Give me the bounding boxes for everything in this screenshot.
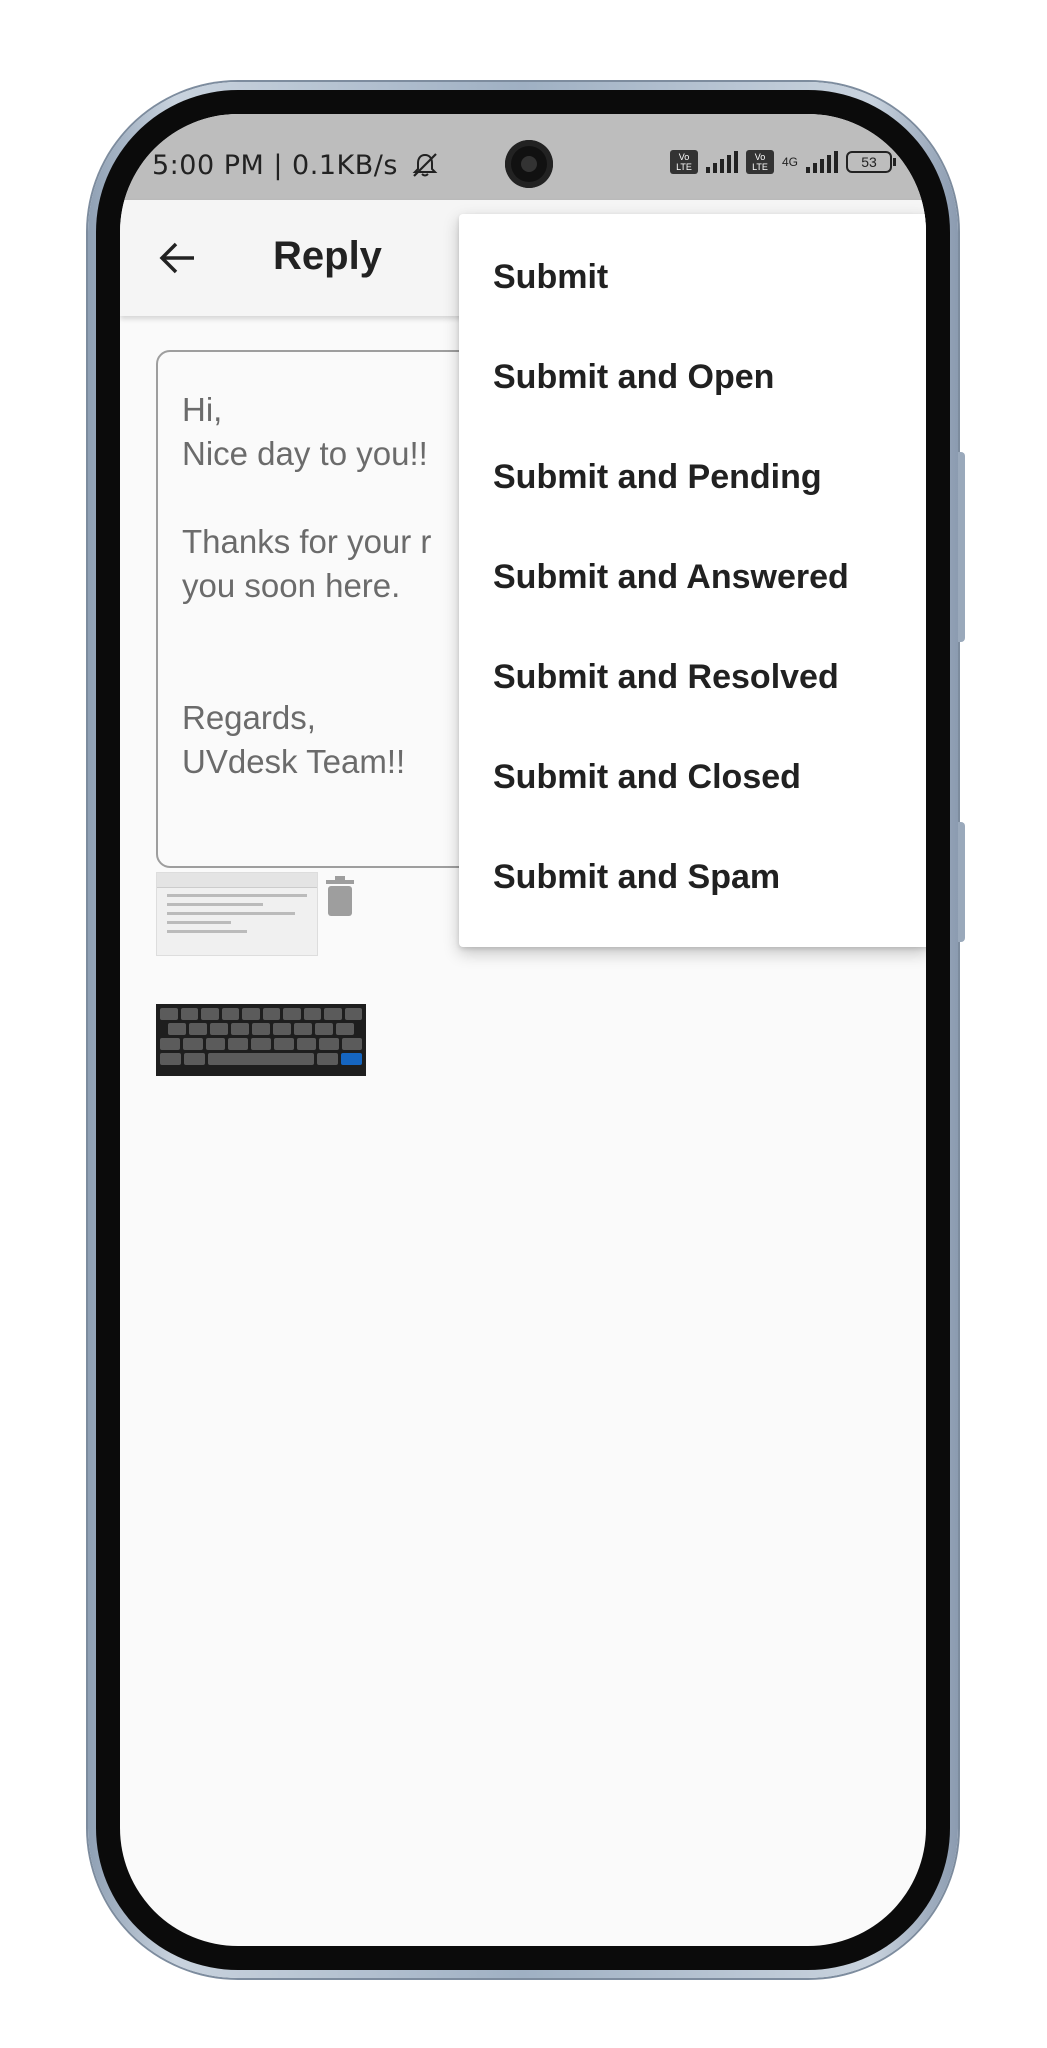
phone-bezel: 5:00 PM | 0.1KB/s Vo LTE Vo LTE 4G 53 Re… bbox=[96, 90, 950, 1970]
keyboard-row bbox=[160, 1023, 362, 1035]
menu-item-submit-pending[interactable]: Submit and Pending bbox=[459, 427, 926, 527]
arrow-left-icon[interactable] bbox=[158, 238, 198, 278]
trash-icon[interactable] bbox=[324, 876, 356, 916]
menu-item-submit-open[interactable]: Submit and Open bbox=[459, 327, 926, 427]
network-type-label: 4G bbox=[781, 155, 798, 169]
battery-level: 53 bbox=[861, 154, 877, 170]
volte-badge: Vo LTE bbox=[669, 150, 698, 174]
bell-off-icon bbox=[412, 153, 438, 177]
screen: 5:00 PM | 0.1KB/s Vo LTE Vo LTE 4G 53 Re… bbox=[120, 114, 926, 1946]
menu-item-submit-closed[interactable]: Submit and Closed bbox=[459, 727, 926, 827]
menu-item-submit[interactable]: Submit bbox=[459, 227, 926, 327]
submit-options-menu: Submit Submit and Open Submit and Pendin… bbox=[459, 214, 926, 947]
status-time-speed: 5:00 PM | 0.1KB/s bbox=[152, 150, 439, 181]
thumbnail-line bbox=[167, 912, 295, 915]
keyboard-row bbox=[160, 1038, 363, 1050]
front-camera bbox=[505, 140, 553, 188]
page: 5:00 PM | 0.1KB/s Vo LTE Vo LTE 4G 53 Re… bbox=[0, 0, 1047, 2048]
menu-item-submit-spam[interactable]: Submit and Spam bbox=[459, 827, 926, 927]
volte-badge-2: Vo LTE bbox=[745, 150, 774, 174]
status-bar: 5:00 PM | 0.1KB/s Vo LTE Vo LTE 4G 53 bbox=[120, 114, 926, 200]
power-button bbox=[958, 822, 965, 942]
page-title: Reply bbox=[273, 234, 382, 278]
attachment-thumbnail[interactable] bbox=[156, 872, 318, 956]
menu-item-submit-resolved[interactable]: Submit and Resolved bbox=[459, 627, 926, 727]
battery-icon: 53 bbox=[846, 151, 896, 173]
keyboard-attachment-thumbnail[interactable] bbox=[156, 1004, 366, 1076]
thumbnail-line bbox=[167, 921, 231, 924]
thumbnail-line bbox=[167, 894, 307, 897]
menu-item-submit-answered[interactable]: Submit and Answered bbox=[459, 527, 926, 627]
phone-frame: 5:00 PM | 0.1KB/s Vo LTE Vo LTE 4G 53 Re… bbox=[88, 82, 965, 1978]
network-indicator: 4G bbox=[782, 156, 798, 168]
signal-icon-2 bbox=[806, 151, 838, 173]
thumbnail-header bbox=[157, 873, 317, 888]
status-icons: Vo LTE Vo LTE 4G 53 bbox=[669, 150, 896, 174]
keyboard-row bbox=[160, 1053, 362, 1065]
thumbnail-line bbox=[167, 930, 247, 933]
status-text: 5:00 PM | 0.1KB/s bbox=[152, 150, 398, 181]
volume-button bbox=[958, 452, 965, 642]
thumbnail-line bbox=[167, 903, 263, 906]
signal-icon bbox=[705, 151, 738, 173]
keyboard-row bbox=[160, 1008, 362, 1020]
